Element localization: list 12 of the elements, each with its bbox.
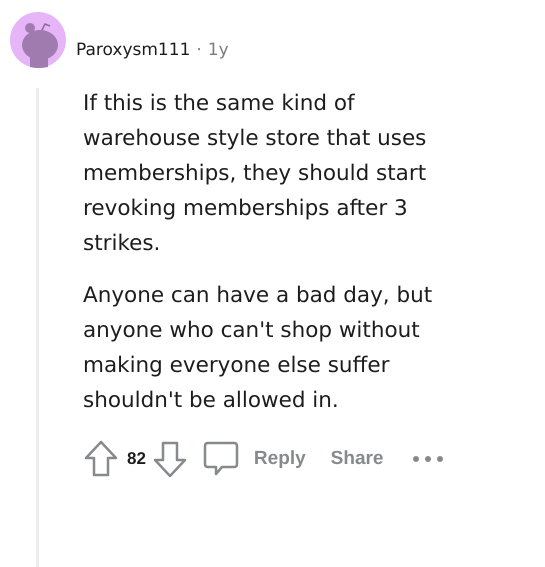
action-link[interactable]: Share [330, 448, 384, 470]
separator-dot: · [196, 40, 202, 60]
upvote-icon[interactable] [83, 439, 119, 479]
avatar-icon [10, 12, 66, 68]
comment-paragraph: Anyone can have a bad day, but anyone who can't shop without making everyone else suffer shouldn't be allowed in. [83, 282, 434, 415]
username[interactable]: Paroxysm111 [76, 40, 190, 60]
vote-count: 82 [127, 449, 146, 469]
comment-paragraph: If this is the same kind of warehouse style store that uses memberships, they should start revoking memberships after 3 strikes. [83, 90, 428, 258]
timestamp: 1y [208, 40, 229, 60]
action-link[interactable]: Reply [254, 448, 306, 470]
more-options-icon[interactable] [412, 455, 444, 463]
downvote-icon[interactable] [152, 439, 188, 479]
